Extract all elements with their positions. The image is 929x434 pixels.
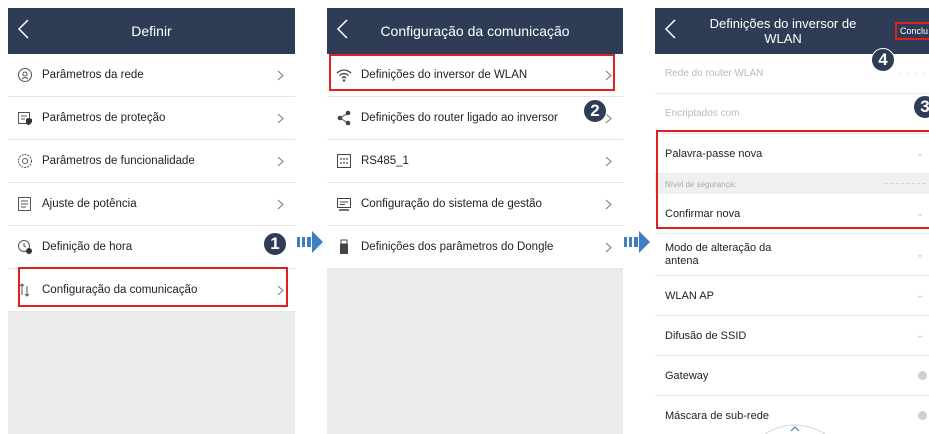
- info-icon: [918, 411, 927, 420]
- chevron-right-icon: [271, 113, 289, 124]
- info-icon: [918, 371, 927, 380]
- communication-icon: [8, 282, 42, 298]
- page-title: Configuração da comunicação: [380, 22, 570, 39]
- chevron-down-icon: ⌄: [915, 330, 925, 341]
- list-item-management-system[interactable]: Configuração do sistema de gestão: [327, 183, 623, 226]
- field-label: Palavra-passe nova: [665, 147, 763, 160]
- screen-settings: Definir Parâmetros da rede Parâmetros de…: [8, 8, 295, 434]
- chevron-right-icon: [271, 285, 289, 296]
- list-item-wlan-settings[interactable]: Definições do inversor de WLAN: [327, 54, 623, 97]
- field-label: Nível de segurança:: [665, 179, 737, 189]
- title-line-2: WLAN: [764, 31, 802, 46]
- power-adjust-icon: [8, 196, 42, 212]
- item-label: RS485_1: [361, 155, 409, 167]
- list-item-power-adjust[interactable]: Ajuste de potência: [8, 183, 295, 226]
- network-params-icon: [8, 67, 42, 83]
- item-label: Ajuste de potência: [42, 198, 137, 210]
- item-label: Configuração da comunicação: [42, 284, 198, 296]
- screen-wlan-settings: Definições do inversor de WLAN Conclu Re…: [655, 8, 929, 434]
- chevron-right-icon: [599, 156, 617, 167]
- arrow-right-icon: [297, 231, 323, 253]
- ssid-broadcast-select[interactable]: Difusão de SSID ⌄: [655, 316, 929, 356]
- antenna-mode-select[interactable]: Modo de alteração da antena ⌄: [655, 234, 929, 276]
- feature-params-icon: [8, 153, 42, 169]
- wifi-icon: [327, 67, 361, 83]
- field-label: Difusão de SSID: [665, 329, 747, 342]
- label-line-1: Modo de alteração da: [665, 241, 772, 254]
- security-level-row: Nível de segurança:: [655, 174, 929, 194]
- list-item-communication[interactable]: Configuração da comunicação: [8, 269, 295, 312]
- clock-settings-icon: [8, 239, 42, 255]
- chevron-right-icon: [599, 242, 617, 253]
- header: Definições do inversor de WLAN Conclu: [655, 8, 929, 54]
- eye-hidden-icon[interactable]: ⌄: [911, 208, 929, 219]
- item-label: Definições dos parâmetros do Dongle: [361, 241, 554, 253]
- list-item-clock-settings[interactable]: Definição de hora: [8, 226, 295, 269]
- item-label: Parâmetros de funcionalidade: [42, 155, 195, 167]
- field-label: Modo de alteração da antena: [665, 242, 911, 268]
- item-label: Definições do inversor de WLAN: [361, 69, 528, 81]
- back-arrow-icon[interactable]: [333, 16, 355, 42]
- field-label: Gateway: [665, 369, 709, 382]
- item-label: Definições do router ligado ao inversor: [361, 112, 558, 124]
- monitor-icon: [327, 196, 361, 212]
- field-label: WLAN AP: [665, 289, 714, 302]
- list-item-router-settings[interactable]: Definições do router ligado ao inversor: [327, 97, 623, 140]
- new-password-field[interactable]: Palavra-passe nova ⌄: [655, 134, 929, 174]
- gateway-field[interactable]: Gateway: [655, 356, 929, 396]
- list-item-protection-params[interactable]: Parâmetros de proteção: [8, 97, 295, 140]
- chevron-up-icon: [765, 424, 825, 434]
- dots-icon: · · · ·: [898, 68, 927, 79]
- chevron-down-icon: ⌄: [915, 290, 925, 301]
- item-label: Configuração do sistema de gestão: [361, 198, 542, 210]
- wlan-ap-select[interactable]: WLAN AP ⌄: [655, 276, 929, 316]
- arrow-right-icon: [624, 231, 650, 253]
- item-label: Parâmetros de proteção: [42, 112, 166, 124]
- dongle-icon: [327, 239, 361, 255]
- field-label: Encriptados com: [665, 108, 740, 119]
- confirm-password-field[interactable]: Confirmar nova ⌄: [655, 194, 929, 234]
- back-arrow-icon[interactable]: [661, 16, 683, 42]
- chevron-down-icon: ⌄: [915, 249, 925, 260]
- chevron-right-icon: [271, 199, 289, 210]
- protection-params-icon: [8, 110, 42, 126]
- page-title: Definições do inversor de WLAN: [710, 16, 875, 46]
- step-badge-2: 2: [583, 99, 607, 123]
- back-arrow-icon[interactable]: [14, 16, 36, 42]
- list-item-rs485[interactable]: RS485_1: [327, 140, 623, 183]
- title-line-1: Definições do inversor de: [709, 16, 857, 31]
- chevron-right-icon: [599, 70, 617, 81]
- step-badge-4: 4: [871, 48, 895, 72]
- field-label: Máscara de sub-rede: [665, 409, 769, 422]
- page-title: Definir: [131, 22, 172, 39]
- label-line-2: antena: [665, 254, 699, 267]
- settings-list: Parâmetros da rede Parâmetros de proteçã…: [8, 54, 295, 312]
- chevron-right-icon: [271, 70, 289, 81]
- eye-hidden-icon[interactable]: ⌄: [911, 148, 929, 159]
- stage: Definir Parâmetros da rede Parâmetros de…: [0, 0, 929, 434]
- list-item-feature-params[interactable]: Parâmetros de funcionalidade: [8, 140, 295, 183]
- chevron-right-icon: [271, 156, 289, 167]
- screen-communication: Configuração da comunicação Definições d…: [327, 8, 623, 434]
- share-icon: [327, 110, 361, 126]
- list-item-network-params[interactable]: Parâmetros da rede: [8, 54, 295, 97]
- encryption-field[interactable]: Encriptados com: [655, 94, 929, 134]
- header: Definir: [8, 8, 295, 54]
- chevron-right-icon: [599, 199, 617, 210]
- rs485-icon: [327, 153, 361, 169]
- step-badge-1: 1: [263, 232, 287, 256]
- item-label: Definição de hora: [42, 241, 133, 253]
- done-button[interactable]: Conclu: [894, 22, 929, 40]
- item-label: Parâmetros da rede: [42, 69, 144, 81]
- communication-list: Definições do inversor de WLAN Definiçõe…: [327, 54, 623, 269]
- list-item-dongle-params[interactable]: Definições dos parâmetros do Dongle: [327, 226, 623, 269]
- strength-meter: [885, 183, 925, 184]
- field-label: Confirmar nova: [665, 207, 741, 220]
- scroll-up-handle[interactable]: [655, 422, 929, 434]
- header: Configuração da comunicação: [327, 8, 623, 54]
